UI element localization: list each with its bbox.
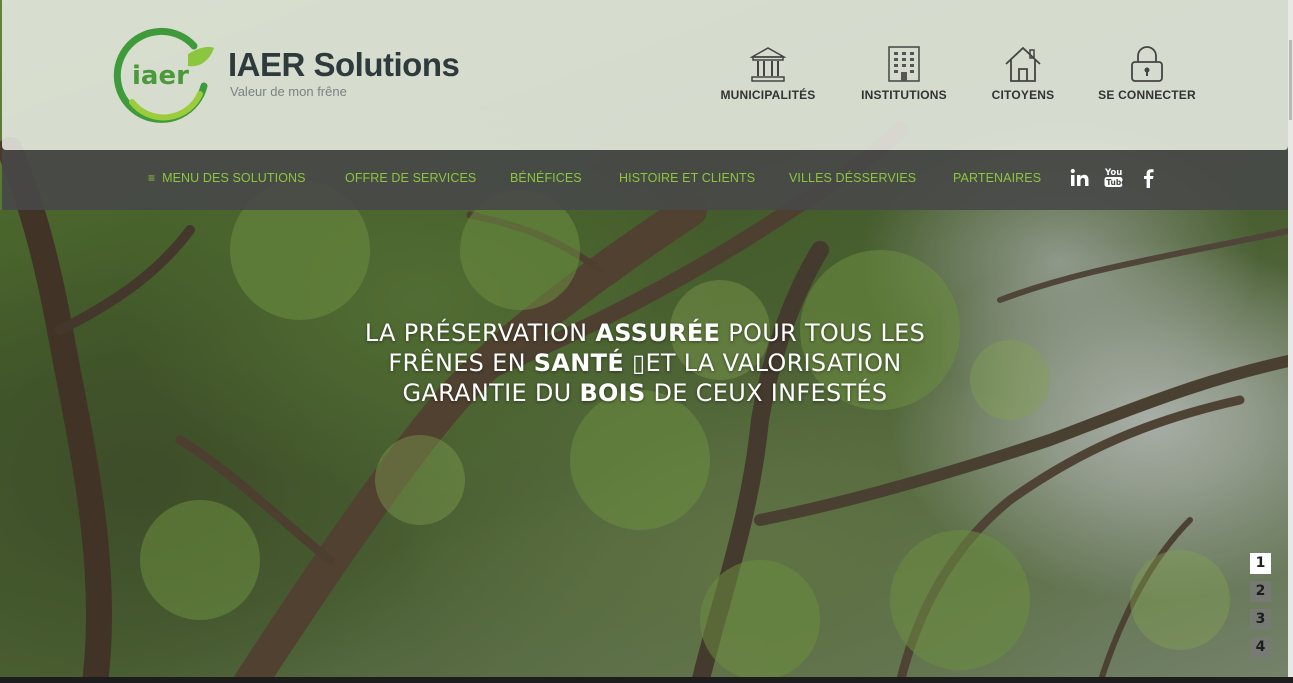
hero-text-bold: ASSURÉE [595, 319, 721, 347]
nav-se-connecter[interactable]: SE CONNECTER [1092, 45, 1202, 105]
hero-text-bold: SANTÉ [533, 349, 625, 377]
main-navigation: ≡ MENU DES SOLUTIONS OFFRE DE SERVICES BÉ… [2, 150, 1288, 210]
slide-page-2[interactable]: 2 [1250, 581, 1271, 602]
iaer-logo-icon: iaer [113, 27, 214, 123]
linkedin-icon[interactable] [1069, 166, 1091, 190]
nav-citoyens[interactable]: CITOYENS [986, 45, 1060, 105]
house-icon [1005, 46, 1041, 82]
hero-text: ET LA VALORISATION [645, 349, 902, 377]
hero-text: DE CEUX INFESTÉS [645, 379, 888, 407]
building-columns-icon [750, 47, 786, 82]
hero-text-bold: BOIS [579, 379, 646, 407]
slide-page-3[interactable]: 3 [1250, 609, 1271, 630]
padlock-icon [1131, 46, 1163, 82]
svg-text:iaer: iaer [132, 61, 189, 91]
hero-headline: LA PRÉSERVATION ASSURÉE POUR TOUS LES FR… [300, 318, 990, 408]
menu-des-solutions-label: MENU DES SOLUTIONS [162, 171, 306, 185]
menu-des-solutions-link[interactable]: ≡ MENU DES SOLUTIONS [148, 171, 306, 185]
hamburger-icon: ≡ [148, 171, 156, 185]
hero-line-2: FRÊNES EN SANTÉ ▯ET LA VALORISATION [300, 348, 990, 378]
nav-villes-desservies[interactable]: VILLES DÉSSERVIES [789, 171, 916, 185]
nav-offre-de-services[interactable]: OFFRE DE SERVICES [345, 171, 476, 185]
hero-text: LA PRÉSERVATION [364, 319, 596, 347]
youtube-icon[interactable]: You Tube [1103, 166, 1125, 190]
hero-text: GARANTIE DU [402, 379, 580, 407]
nav-histoire-et-clients[interactable]: HISTOIRE ET CLIENTS [619, 171, 755, 185]
nav-se-connecter-label: SE CONNECTER [1098, 88, 1196, 102]
brand-name: IAER Solutions [228, 46, 460, 83]
office-building-icon [888, 46, 920, 82]
hero-text: FRÊNES EN [388, 349, 534, 377]
hero-overlay [0, 210, 1293, 683]
nav-municipalites[interactable]: MUNICIPALITÉS [716, 45, 820, 105]
slide-page-1[interactable]: 1 [1250, 553, 1271, 574]
nav-partenaires[interactable]: PARTENAIRES [953, 171, 1041, 185]
hero-text: ▯ [624, 349, 646, 377]
brand-logo[interactable]: iaer IAER Solutions Valeur de mon frêne [110, 24, 470, 128]
hero-text: POUR TOUS LES [720, 319, 926, 347]
hero-line-1: LA PRÉSERVATION ASSURÉE POUR TOUS LES [300, 318, 990, 348]
window-scrollbar-thumb[interactable] [1289, 40, 1292, 120]
facebook-icon[interactable] [1138, 166, 1160, 190]
nav-municipalites-label: MUNICIPALITÉS [720, 88, 816, 102]
nav-citoyens-label: CITOYENS [991, 88, 1055, 102]
nav-institutions[interactable]: INSTITUTIONS [857, 45, 951, 105]
site-header: iaer IAER Solutions Valeur de mon frêne … [2, 0, 1288, 150]
window-bottom-edge [0, 677, 1293, 683]
slide-page-4[interactable]: 4 [1250, 637, 1271, 658]
nav-benefices[interactable]: BÉNÉFICES [510, 171, 582, 185]
hero-line-3: GARANTIE DU BOIS DE CEUX INFESTÉS [300, 378, 990, 408]
svg-text:You: You [1104, 168, 1122, 178]
svg-text:Tube: Tube [1106, 178, 1125, 187]
brand-tagline: Valeur de mon frêne [230, 84, 347, 99]
nav-institutions-label: INSTITUTIONS [861, 88, 947, 102]
